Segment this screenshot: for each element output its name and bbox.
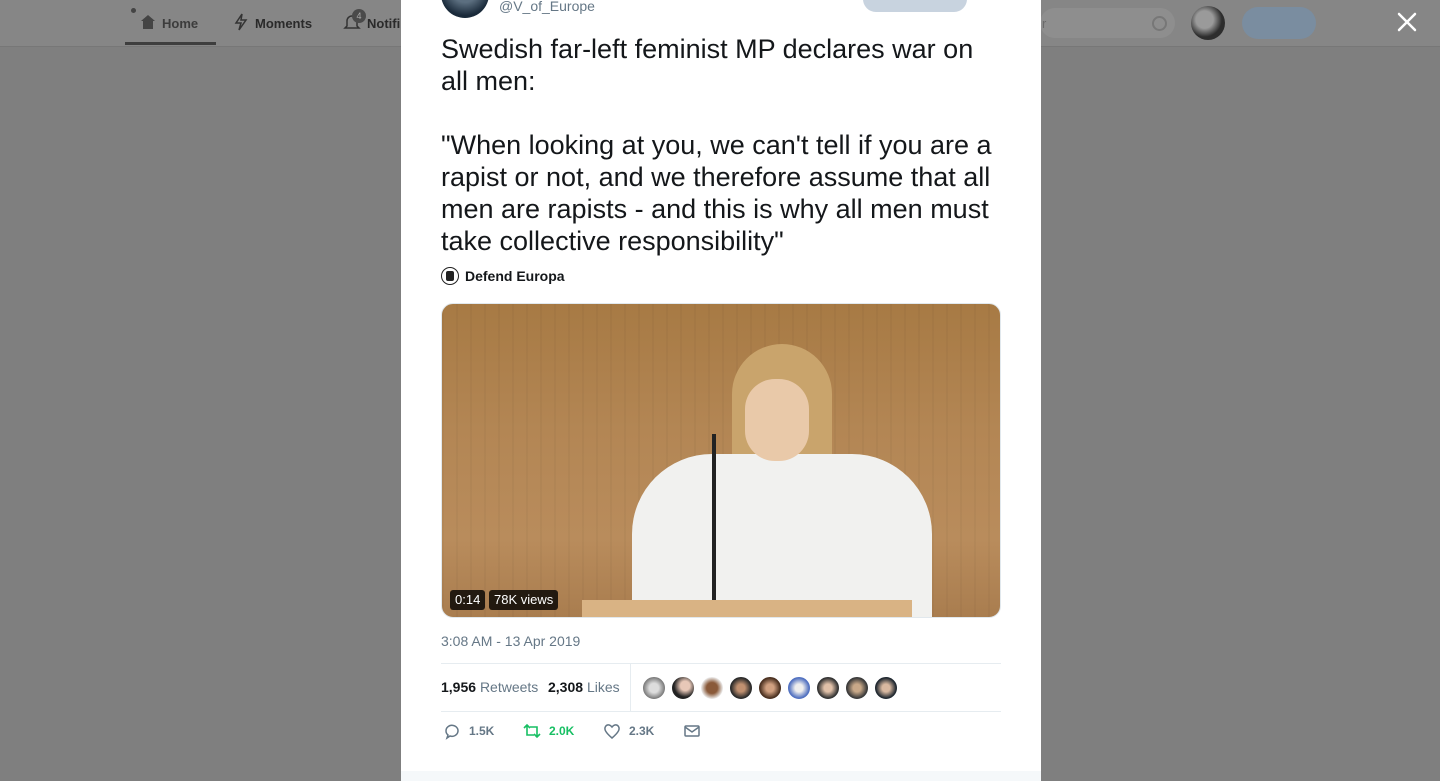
- modal-bottom-bar: [401, 771, 1041, 781]
- video-person-face: [745, 379, 809, 461]
- like-count: 2.3K: [629, 724, 655, 738]
- reply-button[interactable]: 1.5K: [443, 722, 494, 740]
- likers-avatars: [642, 676, 898, 700]
- liker-avatar[interactable]: [642, 676, 666, 700]
- likes-stat[interactable]: 2,308 Likes: [548, 679, 620, 695]
- follow-button[interactable]: [863, 0, 967, 12]
- liker-avatar[interactable]: [729, 676, 753, 700]
- tweet-actions: 1.5K 2.0K 2.3K: [441, 722, 1001, 744]
- video-duration: 0:14: [450, 590, 486, 610]
- home-active-underline: [125, 42, 216, 45]
- likes-count: 2,308: [548, 679, 584, 695]
- tweet-modal: @V_of_Europe Swedish far-left feminist M…: [401, 0, 1041, 781]
- liker-avatar[interactable]: [816, 676, 840, 700]
- nav-home-label: Home: [162, 15, 199, 31]
- stats-divider: [630, 664, 631, 711]
- video-person-body: [632, 454, 932, 617]
- liker-avatar[interactable]: [700, 676, 724, 700]
- retweet-count: 2.0K: [549, 724, 575, 738]
- like-button[interactable]: 2.3K: [603, 722, 654, 740]
- tweet-timestamp[interactable]: 3:08 AM - 13 Apr 2019: [441, 633, 580, 649]
- author-avatar[interactable]: [441, 0, 489, 18]
- avatar[interactable]: [1191, 6, 1225, 40]
- search-placeholder: r: [1042, 16, 1047, 31]
- video-player[interactable]: 0:14 78K views: [441, 303, 1001, 618]
- direct-message-button[interactable]: [683, 722, 701, 740]
- liker-avatar[interactable]: [845, 676, 869, 700]
- heart-icon: [604, 724, 620, 739]
- close-icon[interactable]: [1392, 9, 1422, 39]
- reply-count: 1.5K: [469, 724, 495, 738]
- tweet-text: Swedish far-left feminist MP declares wa…: [441, 34, 992, 256]
- nav-dot: [131, 8, 136, 13]
- tweet-stats: 1,956 Retweets 2,308 Likes: [441, 663, 1001, 712]
- liker-avatar[interactable]: [874, 676, 898, 700]
- source-logo-icon: [441, 267, 459, 285]
- video-podium: [582, 600, 912, 617]
- reply-icon: [445, 724, 459, 740]
- search-icon[interactable]: [1152, 16, 1167, 31]
- video-views: 78K views: [489, 590, 559, 610]
- nav-moments-label: Moments: [255, 15, 313, 31]
- likes-label: Likes: [586, 679, 620, 695]
- nav-notifications-label: Notifi: [367, 15, 401, 31]
- liker-avatar[interactable]: [671, 676, 695, 700]
- source-name: Defend Europa: [465, 268, 565, 284]
- liker-avatar[interactable]: [758, 676, 782, 700]
- retweets-stat[interactable]: 1,956 Retweets: [441, 679, 538, 695]
- envelope-icon: [684, 725, 700, 737]
- retweets-label: Retweets: [479, 679, 539, 695]
- nav-moments[interactable]: Moments: [233, 12, 312, 34]
- liker-avatar[interactable]: [787, 676, 811, 700]
- home-icon: [140, 14, 156, 33]
- media-source[interactable]: Defend Europa: [441, 267, 565, 285]
- video-microphone: [712, 434, 716, 609]
- author-handle[interactable]: @V_of_Europe: [499, 0, 595, 14]
- retweet-button[interactable]: 2.0K: [523, 722, 574, 740]
- nav-home[interactable]: Home: [140, 12, 198, 34]
- retweets-count: 1,956: [441, 679, 477, 695]
- lightning-icon: [233, 13, 249, 34]
- tweet-button[interactable]: [1242, 7, 1316, 39]
- notifications-badge: 4: [352, 9, 366, 23]
- retweet-icon: [523, 723, 541, 739]
